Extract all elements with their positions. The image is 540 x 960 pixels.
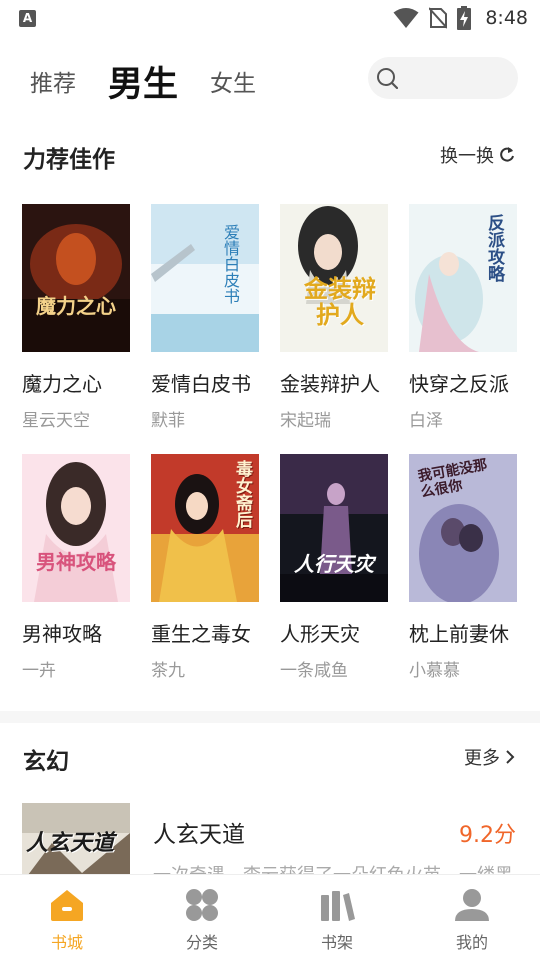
nav-bookshelf[interactable]: 书架: [297, 885, 377, 953]
fantasy-section-title: 玄幻: [23, 749, 69, 775]
book-title: 金装辩护人: [280, 372, 380, 396]
book-card[interactable]: 毒女斋后 重生之毒女 茶九: [151, 454, 259, 681]
more-label: 更多: [464, 748, 500, 769]
book-card[interactable]: 男神攻略 男神攻略 一卉: [22, 454, 130, 681]
book-title: 重生之毒女: [151, 622, 251, 646]
book-title: 爱情白皮书: [151, 372, 251, 396]
book-author: 一条咸鱼: [280, 661, 348, 681]
book-cover-text: 爱情白皮书: [221, 224, 240, 304]
book-cover-text: 魔力之心: [36, 294, 116, 318]
status-bar: A 8:48: [0, 0, 540, 38]
nav-bookstore-label: 书城: [50, 933, 83, 952]
no-sim-icon: [429, 7, 448, 29]
book-cover-text: 毒女斋后: [232, 460, 252, 528]
wifi-icon: [393, 8, 419, 28]
book-card[interactable]: 反派攻略 快穿之反派 白泽: [409, 204, 517, 431]
book-title: 人玄天道: [153, 822, 245, 848]
book-author: 一卉: [22, 661, 56, 681]
book-cover: 魔力之心: [22, 204, 130, 352]
book-card[interactable]: 金装辩护人 金装辩护人 宋起瑞: [280, 204, 388, 431]
tab-recommend[interactable]: 推荐: [30, 64, 76, 98]
nav-category[interactable]: 分类: [162, 885, 242, 953]
status-time: 8:48: [485, 7, 528, 29]
book-cover-text: 人玄天道: [26, 831, 115, 856]
featured-section-title: 力荐佳作: [23, 147, 115, 173]
fantasy-section-header: 玄幻 更多: [0, 742, 540, 782]
book-card[interactable]: 爱情白皮书 爱情白皮书 默菲: [151, 204, 259, 431]
nav-profile-label: 我的: [455, 933, 488, 952]
refresh-icon: [500, 147, 514, 162]
battery-charging-icon: [457, 6, 472, 30]
book-author: 星云天空: [22, 411, 90, 431]
search-box[interactable]: [368, 57, 518, 99]
status-icons: 8:48: [393, 5, 528, 31]
book-cover: 人玄天道: [22, 803, 130, 883]
home-icon: [51, 890, 83, 921]
book-cover: 金装辩护人: [280, 204, 388, 352]
book-cover: 反派攻略: [409, 204, 517, 352]
profile-icon: [455, 889, 489, 921]
book-cover-text: 反派攻略: [484, 214, 504, 282]
list-item[interactable]: 人玄天道 人玄天道 9.2分 一次奇遇，李云获得了一朵红色火苗，一缕黑: [0, 803, 540, 886]
tab-female[interactable]: 女生: [210, 64, 256, 98]
book-title: 魔力之心: [22, 372, 102, 396]
book-card[interactable]: 我可能没那么很你 枕上前妻休 小慕慕: [409, 454, 517, 681]
book-cover: 男神攻略: [22, 454, 130, 602]
section-divider: [0, 711, 540, 723]
book-cover: 爱情白皮书: [151, 204, 259, 352]
book-cover: 人行天灾: [280, 454, 388, 602]
book-cover-text: 人行天灾: [294, 552, 374, 576]
featured-section-header: 力荐佳作 换一换: [0, 140, 540, 180]
refresh-button[interactable]: 换一换: [440, 142, 516, 168]
nav-bookshelf-label: 书架: [320, 933, 353, 952]
book-score: 9.2分: [459, 823, 516, 848]
app-notification-icon: A: [19, 10, 36, 27]
bookshelf-icon: [321, 891, 355, 921]
search-icon: [377, 68, 398, 89]
nav-bookstore[interactable]: 书城: [27, 885, 107, 953]
book-author: 默菲: [151, 411, 185, 431]
book-author: 白泽: [409, 411, 443, 431]
book-author: 茶九: [151, 661, 185, 681]
book-cover: 我可能没那么很你: [409, 454, 517, 602]
book-card[interactable]: 魔力之心 魔力之心 星云天空: [22, 204, 130, 431]
nav-category-label: 分类: [185, 933, 218, 952]
book-title: 男神攻略: [22, 622, 102, 646]
book-cover-text: 金装辩护人: [304, 275, 376, 329]
bottom-nav: 书城 分类 书架 我的: [0, 874, 540, 960]
book-cover-text: 男神攻略: [36, 550, 116, 574]
category-icon: [186, 889, 218, 921]
chevron-right-icon: [506, 750, 515, 764]
refresh-label: 换一换: [440, 146, 494, 167]
book-cover: 毒女斋后: [151, 454, 259, 602]
nav-profile[interactable]: 我的: [432, 885, 512, 953]
book-title: 人形天灾: [280, 622, 360, 646]
book-card[interactable]: 人行天灾 人形天灾 一条咸鱼: [280, 454, 388, 681]
book-title: 枕上前妻休: [409, 622, 509, 646]
book-author: 宋起瑞: [280, 411, 331, 431]
top-tab-bar: 推荐 男生 女生: [0, 52, 540, 106]
book-author: 小慕慕: [409, 661, 460, 681]
book-title: 快穿之反派: [409, 372, 509, 396]
more-button[interactable]: 更多: [464, 744, 516, 770]
tab-male[interactable]: 男生: [108, 56, 178, 107]
